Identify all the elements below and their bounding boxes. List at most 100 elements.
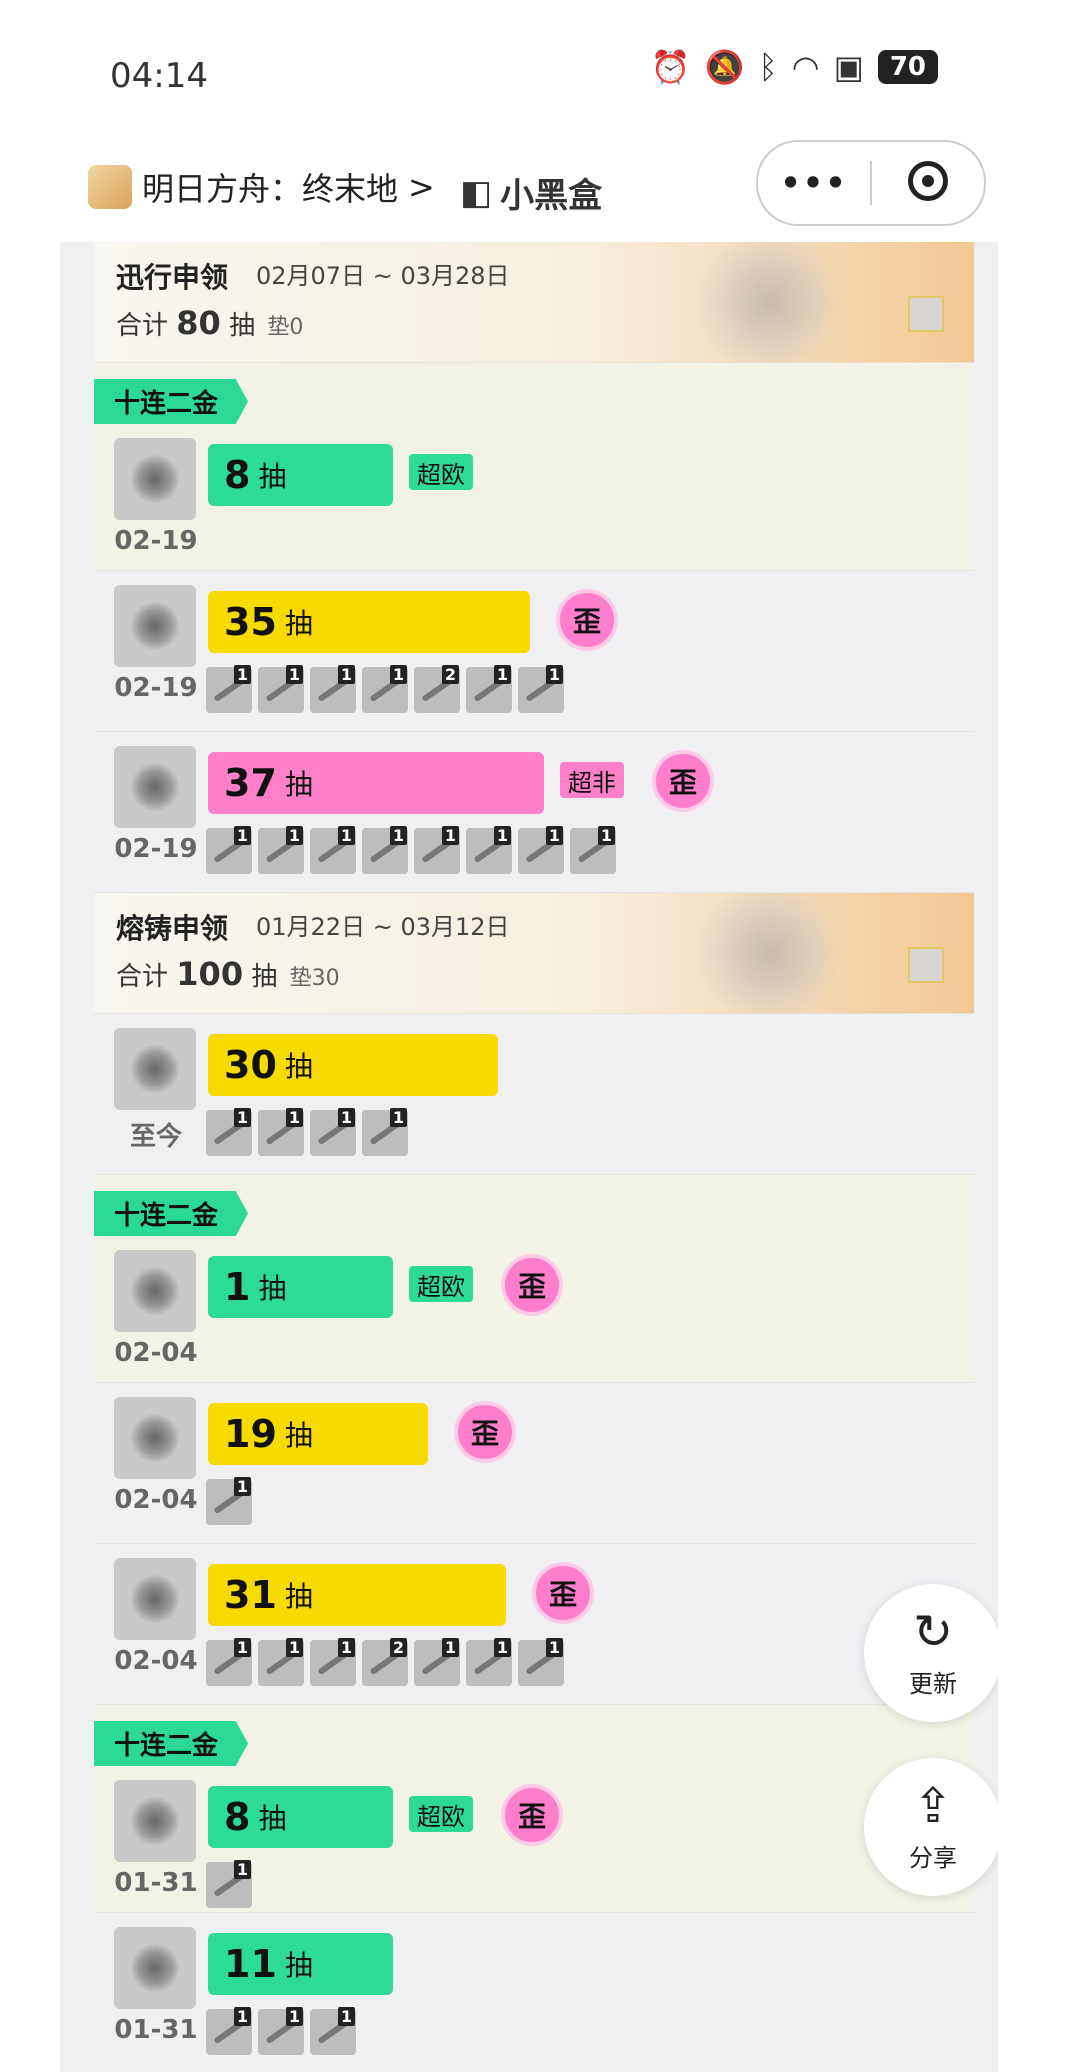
battery-indicator: 70 [877,50,938,84]
pull-count: 19 [224,1412,277,1456]
app-window: 04:14 ⏰ 🔕 ᛒ ◠ ▣ 70 明日方舟：终末地 > ◧ 小黑盒 ••• … [60,12,998,2072]
pool-banner[interactable]: 迅行申领 02月07日 ~ 03月28日 合计 80 抽 垫0 [94,242,974,363]
record-row[interactable]: 01-31 8 抽 超欧歪 1 [94,1766,974,1913]
ten-pull-group: 十连二金 02-19 8 抽 超欧 [94,363,974,571]
item-count: 2 [389,1638,407,1657]
item-icon: 1 [362,1108,408,1156]
item-count: 1 [545,665,563,684]
record-date: 02-04 [114,1646,198,1676]
status-bar: 04:14 ⏰ 🔕 ᛒ ◠ ▣ 70 [60,12,998,132]
off-banner-badge: 歪 [556,589,618,651]
item-icon: 1 [206,826,252,874]
pull-count-bar: 19 抽 [208,1403,428,1465]
operator-avatar [114,1028,196,1110]
ten-pull-group: 十连二金 02-04 1 抽 超欧歪 [94,1175,974,1383]
item-count: 1 [337,665,355,684]
game-selector[interactable]: 明日方舟：终末地 > [88,164,435,210]
target-icon [908,161,948,201]
item-count: 1 [233,1860,251,1879]
item-count: 1 [337,1108,355,1127]
item-icon: 1 [518,826,564,874]
record-row[interactable]: 02-04 1 抽 超欧歪 [94,1236,974,1383]
brand-icon: ◧ [460,172,493,213]
item-icon: 1 [206,665,252,713]
close-button[interactable] [872,161,984,205]
item-count: 1 [285,665,303,684]
pull-unit: 抽 [284,607,313,640]
pull-unit: 抽 [258,460,287,493]
item-icon: 1 [206,1860,252,1908]
item-count: 1 [285,1638,303,1657]
item-icon: 1 [206,1477,252,1525]
pool-pity: 垫30 [289,966,340,991]
item-icon: 1 [310,1638,356,1686]
record-date: 02-19 [114,526,198,556]
ten-pull-tag: 十连二金 [94,1721,249,1766]
pool-date-range: 02月07日 ~ 03月28日 [256,262,510,290]
record-row[interactable]: 02-19 8 抽 超欧 [94,424,974,571]
pool-total-count: 100 [176,955,244,993]
item-count: 1 [285,2007,303,2026]
operator-avatar [114,1927,196,2009]
more-button[interactable]: ••• [758,164,870,202]
record-row[interactable]: 02-19 35 抽 歪 1 1 1 1 2 1 1 [94,571,974,732]
refresh-button[interactable]: ↻ 更新 [864,1584,998,1722]
item-count: 1 [233,1477,251,1496]
item-list: 1 [206,1477,252,1525]
refresh-label: 更新 [909,1669,957,1698]
pool-thumbnail [908,947,944,983]
brand-name: 小黑盒 [500,176,603,216]
pull-count: 11 [224,1942,277,1986]
item-count: 1 [545,826,563,845]
item-count: 1 [441,826,459,845]
record-row[interactable]: 至今 30 抽 1 1 1 1 [94,1014,974,1175]
share-label: 分享 [909,1843,957,1872]
nav-bar: 明日方舟：终末地 > ◧ 小黑盒 ••• [60,132,998,242]
item-count: 1 [285,1108,303,1127]
item-icon: 1 [206,2007,252,2055]
off-banner-badge: 歪 [454,1401,516,1463]
item-list: 1 1 1 1 1 1 1 1 [206,826,616,874]
record-row[interactable]: 02-19 37 抽 超非歪 1 1 1 1 1 1 1 1 [94,732,974,893]
item-count: 1 [233,826,251,845]
record-row[interactable]: 02-04 19 抽 歪 1 [94,1383,974,1544]
record-row[interactable]: 01-31 11 抽 111 [94,1913,974,2072]
item-list: 1 [206,1860,252,1908]
pull-count-bar: 31 抽 [208,1564,506,1626]
item-count: 1 [389,826,407,845]
item-count: 1 [493,1638,511,1657]
item-icon: 1 [258,2007,304,2055]
item-count: 1 [285,826,303,845]
operator-avatar [114,438,196,520]
item-count: 1 [493,826,511,845]
pool-date-range: 01月22日 ~ 03月12日 [256,913,510,941]
pool-name: 熔铸申领 [116,912,229,945]
record-date: 02-04 [114,1338,198,1368]
record-date: 02-19 [114,673,198,703]
gacha-record-list: 迅行申领 02月07日 ~ 03月28日 合计 80 抽 垫0 十连二金 02-… [94,242,974,2072]
pull-unit: 抽 [284,768,313,801]
item-icon: 1 [310,2007,356,2055]
pull-count: 8 [224,453,251,497]
pool-total: 合计 100 抽 垫30 [116,955,340,993]
pull-unit: 抽 [258,1802,287,1835]
item-icon: 1 [570,826,616,874]
brand-logo: ◧ 小黑盒 [460,168,602,217]
item-count: 2 [441,665,459,684]
luck-badge: 超欧 [409,1266,473,1302]
off-banner-badge: 歪 [652,750,714,812]
off-banner-badge: 歪 [501,1784,563,1846]
pull-count-bar: 11 抽 [208,1933,393,1995]
item-icon: 1 [414,1638,460,1686]
ten-pull-tag: 十连二金 [94,379,249,424]
luck-badge: 超非 [560,762,624,798]
share-button[interactable]: ⇪ 分享 [864,1758,998,1896]
item-icon: 1 [518,665,564,713]
chevron-right-icon: > [408,168,435,206]
pool-banner[interactable]: 熔铸申领 01月22日 ~ 03月12日 合计 100 抽 垫30 [94,893,974,1014]
item-icon: 1 [466,665,512,713]
operator-avatar [114,1250,196,1332]
pool-thumbnail [908,296,944,332]
pull-count-bar: 8 抽 [208,444,393,506]
record-row[interactable]: 02-04 31 抽 歪 1 1 1 2 1 1 1 [94,1544,974,1705]
